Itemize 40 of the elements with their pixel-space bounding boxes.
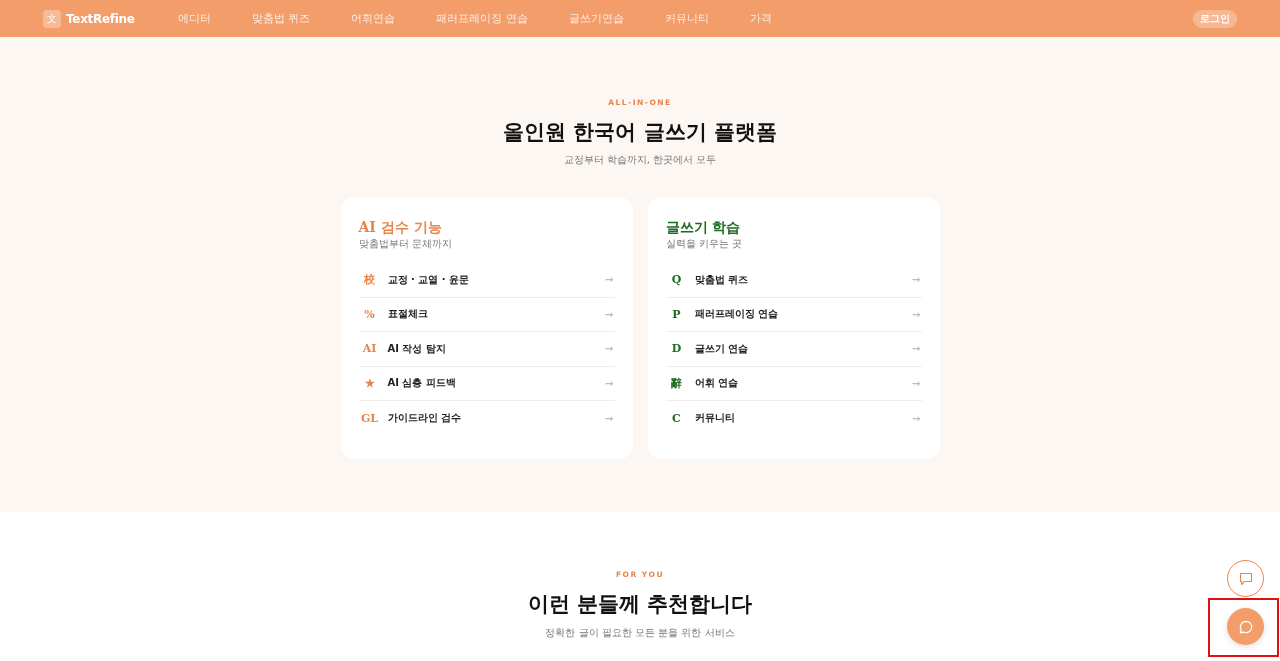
- arrow-icon: →: [912, 377, 921, 389]
- arrow-icon: →: [912, 308, 921, 320]
- feature-mark-icon: GL: [358, 411, 381, 425]
- feature-mark-icon: 校: [358, 272, 381, 288]
- speech-bubble-icon: [1237, 618, 1254, 635]
- feature-mark-icon: %: [358, 307, 381, 321]
- feature-link[interactable]: ★ AI 심층 피드백 →: [358, 366, 615, 401]
- section-title: 이런 분들께 추천합니다: [527, 590, 753, 618]
- feature-link[interactable]: 校 교정 · 교열 · 윤문 →: [358, 263, 615, 298]
- arrow-icon: →: [605, 274, 614, 286]
- feature-link[interactable]: Q 맞춤법 퀴즈 →: [665, 263, 922, 298]
- feature-mark-icon: ★: [358, 376, 381, 390]
- feature-mark-icon: P: [665, 307, 688, 321]
- arrow-icon: →: [912, 343, 921, 355]
- arrow-icon: →: [912, 274, 921, 286]
- feature-link[interactable]: C 커뮤니티 →: [665, 401, 922, 436]
- feature-mark-icon: 辭: [665, 375, 688, 391]
- arrow-icon: →: [605, 377, 614, 389]
- feature-link[interactable]: GL 가이드라인 검수 →: [358, 401, 615, 436]
- feature-link[interactable]: D 글쓰기 연습 →: [665, 332, 922, 367]
- feature-link[interactable]: AI AI 작성 탐지 →: [358, 332, 615, 367]
- feature-mark-icon: Q: [665, 273, 688, 287]
- feature-mark-icon: C: [665, 411, 688, 425]
- card-subtitle: 맞춤법부터 문체까지: [358, 237, 453, 251]
- section-subtitle: 정확한 글이 필요한 모든 분을 위한 서비스: [545, 626, 735, 640]
- arrow-icon: →: [605, 412, 614, 424]
- arrow-icon: →: [912, 412, 921, 424]
- arrow-icon: →: [605, 308, 614, 320]
- feature-link[interactable]: 辭 어휘 연습 →: [665, 366, 922, 401]
- feature-link[interactable]: P 패러프레이징 연습 →: [665, 297, 922, 332]
- card-subtitle: 실력을 키우는 곳: [665, 237, 743, 251]
- card-title: AI 검수 기능: [358, 218, 443, 237]
- arrow-icon: →: [605, 343, 614, 355]
- card-title: 글쓰기 학습: [665, 218, 742, 237]
- section-title: 올인원 한국어 글쓰기 플랫폼: [503, 118, 777, 146]
- section-subtitle: 교정부터 학습까지, 한곳에서 모두: [563, 153, 717, 167]
- feature-mark-icon: D: [665, 342, 688, 356]
- feature-link[interactable]: % 표절체크 →: [358, 297, 615, 332]
- feature-mark-icon: AI: [358, 342, 381, 356]
- speech-bubble-icon: [1237, 570, 1254, 587]
